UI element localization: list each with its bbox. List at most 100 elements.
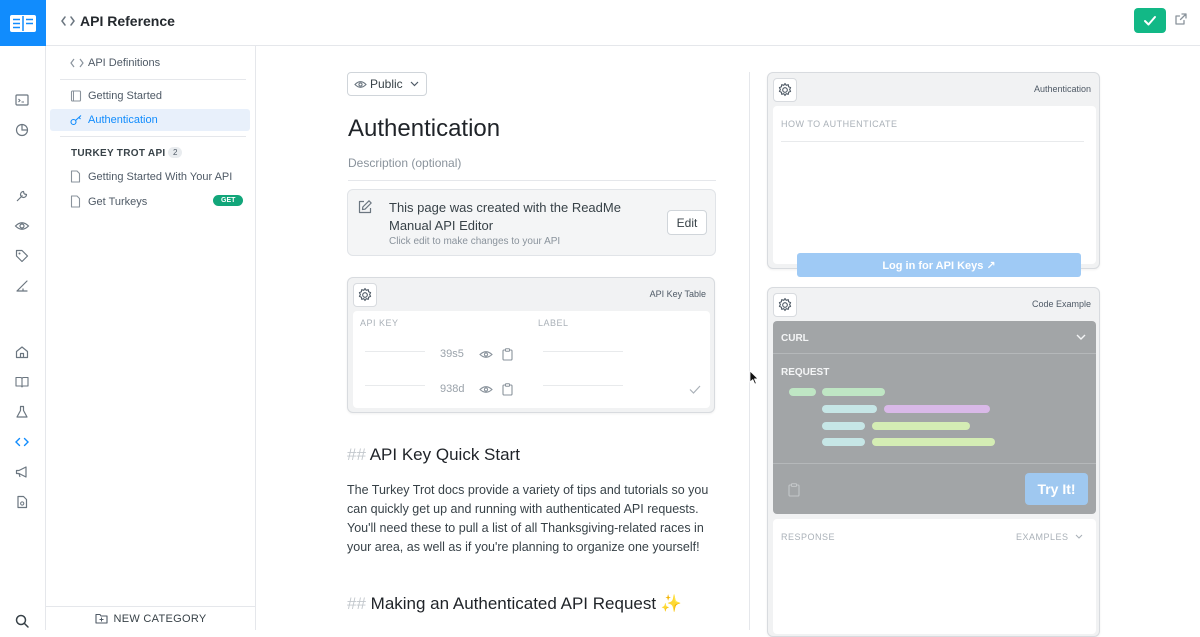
code-line (872, 438, 995, 446)
home-icon[interactable] (14, 344, 30, 360)
new-category-button[interactable]: NEW CATEGORY (46, 606, 256, 630)
quick-start-paragraph: The Turkey Trot docs provide a variety o… (347, 483, 709, 554)
wrench-icon[interactable] (14, 188, 30, 204)
login-button[interactable]: Log in for API Keys ↗ (797, 253, 1081, 277)
api-key-value: 938d (440, 383, 465, 395)
heading-hash: ## (347, 594, 366, 613)
response-panel: RESPONSE EXAMPLES (773, 519, 1096, 634)
sidebar: API Definitions Getting Started Authenti… (46, 46, 256, 630)
tag-icon[interactable] (14, 248, 30, 264)
divider (348, 180, 716, 181)
sidebar-item-label: Get Turkeys (88, 196, 148, 208)
category-count-badge: 2 (168, 147, 183, 158)
chevron-down-icon (410, 81, 419, 87)
edit-button[interactable]: Edit (667, 210, 707, 235)
code-line (822, 438, 865, 446)
code-line (822, 405, 877, 413)
new-category-label: NEW CATEGORY (113, 612, 207, 625)
chevron-down-icon[interactable] (1075, 534, 1083, 539)
category-title[interactable]: TURKEY TROT API (71, 148, 166, 159)
visibility-dropdown[interactable]: Public (347, 72, 427, 96)
divider (781, 141, 1084, 142)
mouse-cursor-icon (749, 370, 759, 385)
manual-editor-notice: This page was created with the ReadMe Ma… (347, 189, 716, 256)
eye-icon[interactable] (14, 218, 30, 234)
code-line (789, 388, 816, 396)
page-icon (70, 170, 81, 183)
pen-ruler-icon[interactable] (14, 278, 30, 294)
heading-text: Making an Authenticated API Request (370, 594, 657, 613)
sidebar-item-api-definitions[interactable]: API Definitions (50, 52, 250, 74)
search-icon[interactable] (14, 613, 30, 629)
page-icon (70, 195, 81, 208)
document-icon[interactable] (14, 494, 30, 510)
method-badge: GET (213, 195, 244, 206)
external-link-icon[interactable] (1174, 12, 1188, 26)
try-it-button[interactable]: Try It! (1025, 473, 1088, 505)
api-key-table: API KEY LABEL 39s5 938d (353, 311, 710, 408)
sparkles-emoji: ✨ (660, 594, 682, 613)
how-to-label: HOW TO AUTHENTICATE (781, 119, 898, 129)
response-label: RESPONSE (781, 532, 836, 542)
icon-rail (0, 46, 46, 630)
log-icon[interactable] (14, 92, 30, 108)
check-icon (689, 385, 701, 394)
column-header: API KEY (360, 318, 399, 328)
widget-label: Authentication (1033, 84, 1091, 94)
notice-title: This page was created with the ReadMe Ma… (389, 200, 621, 233)
page-title[interactable]: Authentication (348, 115, 500, 143)
placeholder-line (365, 385, 425, 386)
code-panel: CURL REQUEST Try It! (773, 321, 1096, 514)
eye-icon (354, 79, 367, 90)
edit-icon (357, 199, 373, 215)
key-icon (70, 114, 83, 126)
visibility-label: Public (370, 77, 403, 91)
clipboard-icon[interactable] (502, 383, 513, 396)
eye-icon[interactable] (479, 349, 493, 360)
gear-icon[interactable] (353, 283, 377, 307)
divider (60, 136, 246, 137)
book-icon[interactable] (14, 374, 30, 390)
request-label: REQUEST (781, 367, 830, 378)
examples-dropdown[interactable]: EXAMPLES (1016, 532, 1069, 542)
eye-icon[interactable] (479, 384, 493, 395)
column-divider (749, 72, 750, 630)
column-header: LABEL (538, 318, 569, 328)
gear-icon[interactable] (773, 293, 797, 317)
authentication-widget: Authentication HOW TO AUTHENTICATE Log i… (767, 72, 1100, 277)
api-key-value: 39s5 (440, 348, 464, 360)
divider (60, 79, 246, 80)
code-line (872, 422, 970, 430)
sidebar-item-getting-started[interactable]: Getting Started (50, 85, 250, 107)
widget-label: Code Example (1031, 299, 1091, 309)
sidebar-item-authentication[interactable]: Authentication (50, 109, 250, 131)
book-icon (70, 90, 82, 102)
save-button[interactable] (1134, 8, 1166, 33)
widget-label: API Key Table (649, 289, 706, 299)
code-icon[interactable] (14, 434, 30, 450)
sidebar-item-label: Getting Started With Your API (88, 171, 233, 183)
sidebar-item-label: Getting Started (88, 90, 162, 102)
chart-icon[interactable] (14, 122, 30, 138)
code-example-widget: Code Example CURL REQUEST Try It! RESPON… (767, 287, 1100, 637)
clipboard-icon[interactable] (788, 483, 800, 497)
placeholder-line (543, 385, 623, 386)
divider (773, 353, 1096, 354)
top-bar: API Reference (0, 0, 1200, 46)
chevron-down-icon[interactable] (1076, 334, 1086, 341)
megaphone-icon[interactable] (14, 464, 30, 480)
flask-icon[interactable] (14, 404, 30, 420)
clipboard-icon[interactable] (502, 348, 513, 361)
auth-panel: HOW TO AUTHENTICATE Log in for API Keys … (773, 106, 1096, 277)
sidebar-item-getting-started-api[interactable]: Getting Started With Your API (50, 166, 250, 188)
heading-hash: ## (347, 445, 366, 464)
gear-icon[interactable] (773, 78, 797, 102)
language-label[interactable]: CURL (781, 333, 809, 344)
heading-text: API Key Quick Start (369, 445, 520, 464)
sidebar-item-label: Authentication (88, 114, 158, 126)
placeholder-line (365, 351, 425, 352)
description-field[interactable]: Description (optional) (348, 156, 461, 170)
folder-plus-icon (95, 613, 109, 624)
divider (773, 463, 1096, 464)
code-icon (70, 58, 84, 68)
